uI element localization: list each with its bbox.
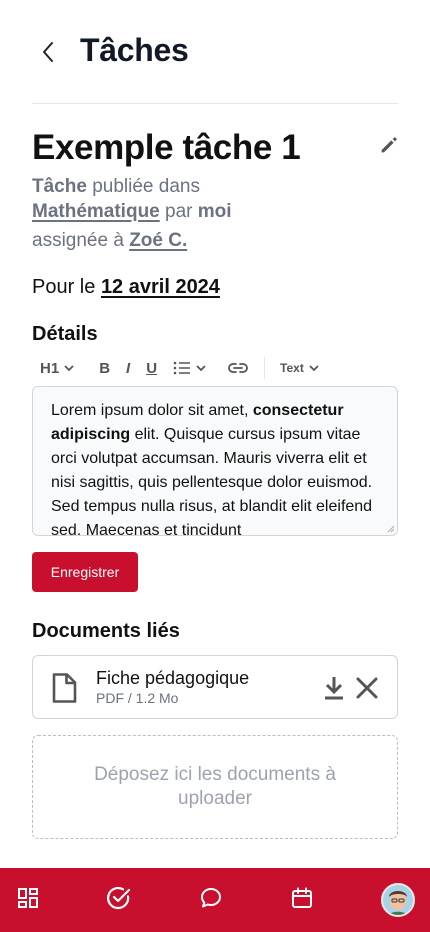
chevron-down-icon [196, 365, 206, 372]
details-editor[interactable]: Lorem ipsum dolor sit amet, consectetur … [32, 386, 398, 536]
task-title: Exemple tâche 1 [32, 128, 301, 167]
text-style-dropdown[interactable]: Text [280, 354, 321, 382]
underline-button[interactable]: U [146, 354, 157, 382]
chevron-left-icon [43, 42, 53, 62]
close-icon [356, 677, 378, 699]
remove-document-button[interactable] [354, 675, 380, 701]
pencil-icon [381, 137, 397, 153]
edit-task-button[interactable] [378, 134, 400, 156]
bold-button[interactable]: B [99, 354, 110, 382]
due-date-row: Pour le 12 avril 2024 [32, 276, 220, 299]
document-name: Fiche pédagogique [96, 668, 250, 688]
nav-tasks[interactable] [105, 884, 133, 912]
chat-icon [201, 888, 221, 908]
details-heading: Détails [32, 323, 98, 345]
chevron-down-icon [309, 365, 319, 372]
bullet-list-icon [173, 361, 191, 375]
link-button[interactable] [228, 354, 248, 382]
bottom-navigation [0, 868, 430, 932]
chevron-down-icon [64, 365, 74, 372]
italic-button[interactable]: I [126, 354, 130, 382]
link-icon [228, 363, 248, 373]
task-meta: Tâche publiée dans Mathématique par moi … [32, 174, 372, 253]
download-icon [325, 677, 343, 700]
documents-heading: Documents liés [32, 620, 180, 642]
page-title: Tâches [80, 32, 189, 68]
subject-link[interactable]: Mathématique [32, 201, 160, 222]
file-icon [52, 673, 77, 703]
download-button[interactable] [321, 674, 347, 702]
nav-messages[interactable] [197, 884, 225, 912]
by-text: par [165, 201, 193, 222]
nav-dashboard[interactable] [14, 884, 42, 912]
toolbar-separator [264, 357, 266, 379]
published-in-text: publiée dans [92, 176, 200, 197]
editor-toolbar: H1 B I U Text [32, 354, 398, 382]
avatar-illustration [383, 885, 413, 915]
text-style-label: Text [280, 361, 304, 375]
nav-calendar[interactable] [288, 884, 316, 912]
assigned-text: assignée à [32, 230, 124, 251]
header: Tâches [0, 0, 430, 104]
list-dropdown[interactable] [173, 354, 208, 382]
editor-text: Lorem ipsum dolor sit amet, [51, 402, 253, 419]
heading-label: H1 [40, 359, 60, 377]
heading-dropdown[interactable]: H1 [40, 354, 76, 382]
due-prefix: Pour le [32, 276, 96, 298]
upload-dropzone[interactable]: Déposez ici les documents à uploader [32, 735, 398, 839]
save-button[interactable]: Enregistrer [32, 552, 138, 592]
dashboard-icon [18, 888, 38, 908]
profile-avatar[interactable] [381, 883, 415, 917]
resize-handle-icon[interactable] [385, 523, 395, 533]
due-date-link[interactable]: 12 avril 2024 [101, 276, 220, 298]
header-divider [32, 103, 398, 104]
document-meta: PDF / 1.2 Mo [96, 690, 179, 706]
task-type-label: Tâche [32, 176, 87, 197]
document-item[interactable]: Fiche pédagogique PDF / 1.2 Mo [32, 655, 398, 719]
calendar-icon [292, 887, 312, 908]
back-button[interactable] [36, 38, 60, 66]
tasks-check-icon [107, 886, 131, 910]
assignee-link[interactable]: Zoé C. [129, 230, 187, 251]
author-name: moi [197, 201, 232, 222]
